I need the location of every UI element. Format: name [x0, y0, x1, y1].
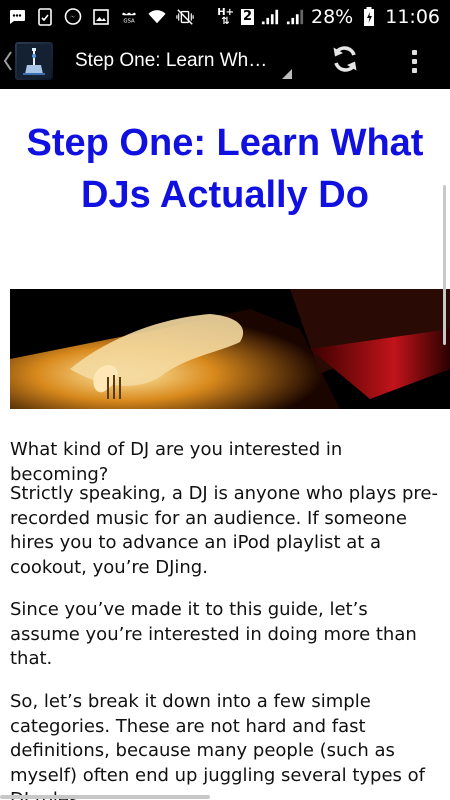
vertical-scrollbar[interactable]: [443, 185, 446, 345]
network-type-indicator: H+ ⇅: [217, 6, 234, 27]
hero-image: [10, 289, 450, 409]
battery-percent: 28%: [311, 5, 354, 28]
wifi-icon: [148, 8, 166, 26]
status-bar: GSA H+ ⇅ 2 28% 11:06: [0, 0, 450, 33]
paragraph: Strictly speaking, a DJ is anyone who pl…: [10, 483, 438, 578]
signal-icon: [261, 8, 279, 26]
svg-text:GSA: GSA: [123, 18, 135, 24]
messenger-icon: [64, 7, 82, 26]
paragraph: What kind of DJ are you interested in be…: [10, 439, 343, 485]
title-dropdown-indicator[interactable]: [282, 69, 292, 79]
paragraph: Since you’ve made it to this guide, let’…: [10, 599, 417, 669]
overflow-dot: [411, 67, 417, 73]
paragraph: So, let’s break it down into a few simpl…: [10, 691, 426, 800]
article-view[interactable]: Step One: Learn What DJs Actually Do Wha…: [0, 89, 450, 800]
horizontal-scrollbar[interactable]: [0, 795, 210, 799]
overflow-menu-icon: [411, 49, 417, 55]
back-chevron-icon[interactable]: [3, 50, 13, 72]
clock: 11:06: [385, 5, 440, 28]
vibrate-off-icon: [176, 8, 194, 26]
image-icon: [92, 8, 110, 26]
gsa-icon: GSA: [120, 8, 138, 26]
sim-badge: 2: [240, 8, 254, 25]
overflow-dot: [411, 58, 417, 64]
action-bar-title[interactable]: Step One: Learn What DJs Actually Do: [75, 50, 275, 72]
app-logo-icon[interactable]: [15, 42, 53, 80]
overflow-menu-button[interactable]: [405, 44, 423, 78]
android-icon: [36, 7, 54, 26]
signal-icon: [286, 8, 304, 26]
refresh-button[interactable]: [328, 44, 362, 78]
page-title: Step One: Learn What DJs Actually Do: [26, 122, 424, 216]
battery-charging-icon: [360, 6, 378, 26]
refresh-icon: [329, 43, 361, 79]
action-bar: Step One: Learn What DJs Actually Do: [0, 33, 450, 89]
message-icon: [8, 8, 26, 26]
